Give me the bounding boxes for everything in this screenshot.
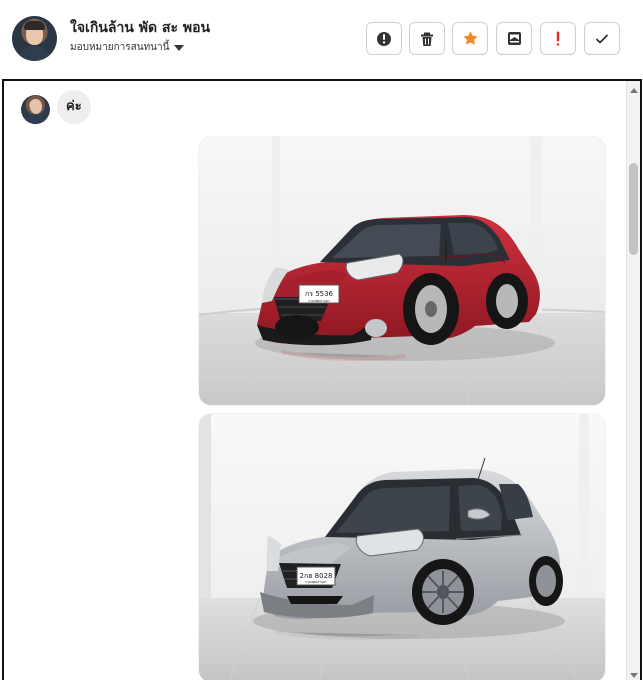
delete-button[interactable] bbox=[409, 22, 445, 55]
car-photo-silver[interactable]: 2กฮ 8028 กรุงเทพมหานคร bbox=[199, 414, 605, 680]
assign-conversation-dropdown[interactable]: มอบหมายการสนทนานี้ bbox=[70, 40, 185, 55]
red-car-plate-text: กร 5536 bbox=[305, 290, 334, 298]
scroll-up-arrow-icon[interactable] bbox=[630, 88, 638, 93]
conversation-header: ใจเกินล้าน พัด สะ พอน มอบหมายการสนทนานี้ bbox=[0, 0, 643, 78]
silver-car-plate-text: 2กฮ 8028 bbox=[299, 572, 332, 580]
messages-list: ค่ะ กร 5536 กรุงเทพมหานคร 2กฮ 8028 กรุงเ… bbox=[4, 81, 626, 680]
archive-icon bbox=[507, 32, 521, 45]
star-icon bbox=[462, 31, 478, 45]
red-car-image: กร 5536 กรุงเทพมหานคร bbox=[199, 137, 605, 405]
message-bubble: ค่ะ bbox=[57, 90, 91, 124]
info-button[interactable] bbox=[366, 22, 402, 55]
contact-avatar[interactable] bbox=[12, 16, 57, 61]
check-icon bbox=[596, 34, 608, 43]
info-icon bbox=[377, 31, 391, 46]
exclamation-icon bbox=[556, 31, 560, 46]
conversation-actions bbox=[366, 22, 621, 57]
car-photo-red[interactable]: กร 5536 กรุงเทพมหานคร bbox=[199, 137, 605, 405]
chat-scrollbar[interactable] bbox=[626, 81, 640, 680]
scroll-thumb[interactable] bbox=[629, 163, 638, 255]
trash-icon bbox=[421, 32, 433, 46]
caret-down-icon bbox=[174, 44, 185, 51]
scroll-down-arrow-icon[interactable] bbox=[630, 673, 638, 678]
star-button[interactable] bbox=[452, 22, 488, 55]
contact-name: ใจเกินล้าน พัด สะ พอน bbox=[70, 20, 211, 36]
assign-conversation-label: มอบหมายการสนทนานี้ bbox=[70, 42, 170, 53]
contact-message-avatar bbox=[21, 95, 50, 124]
done-button[interactable] bbox=[584, 22, 620, 55]
silver-car-image: 2กฮ 8028 กรุงเทพมหานคร bbox=[199, 414, 605, 680]
chat-messages-panel[interactable]: ค่ะ กร 5536 กรุงเทพมหานคร 2กฮ 8028 กรุงเ… bbox=[2, 79, 642, 680]
archive-button[interactable] bbox=[496, 22, 532, 55]
important-button[interactable] bbox=[540, 22, 576, 55]
